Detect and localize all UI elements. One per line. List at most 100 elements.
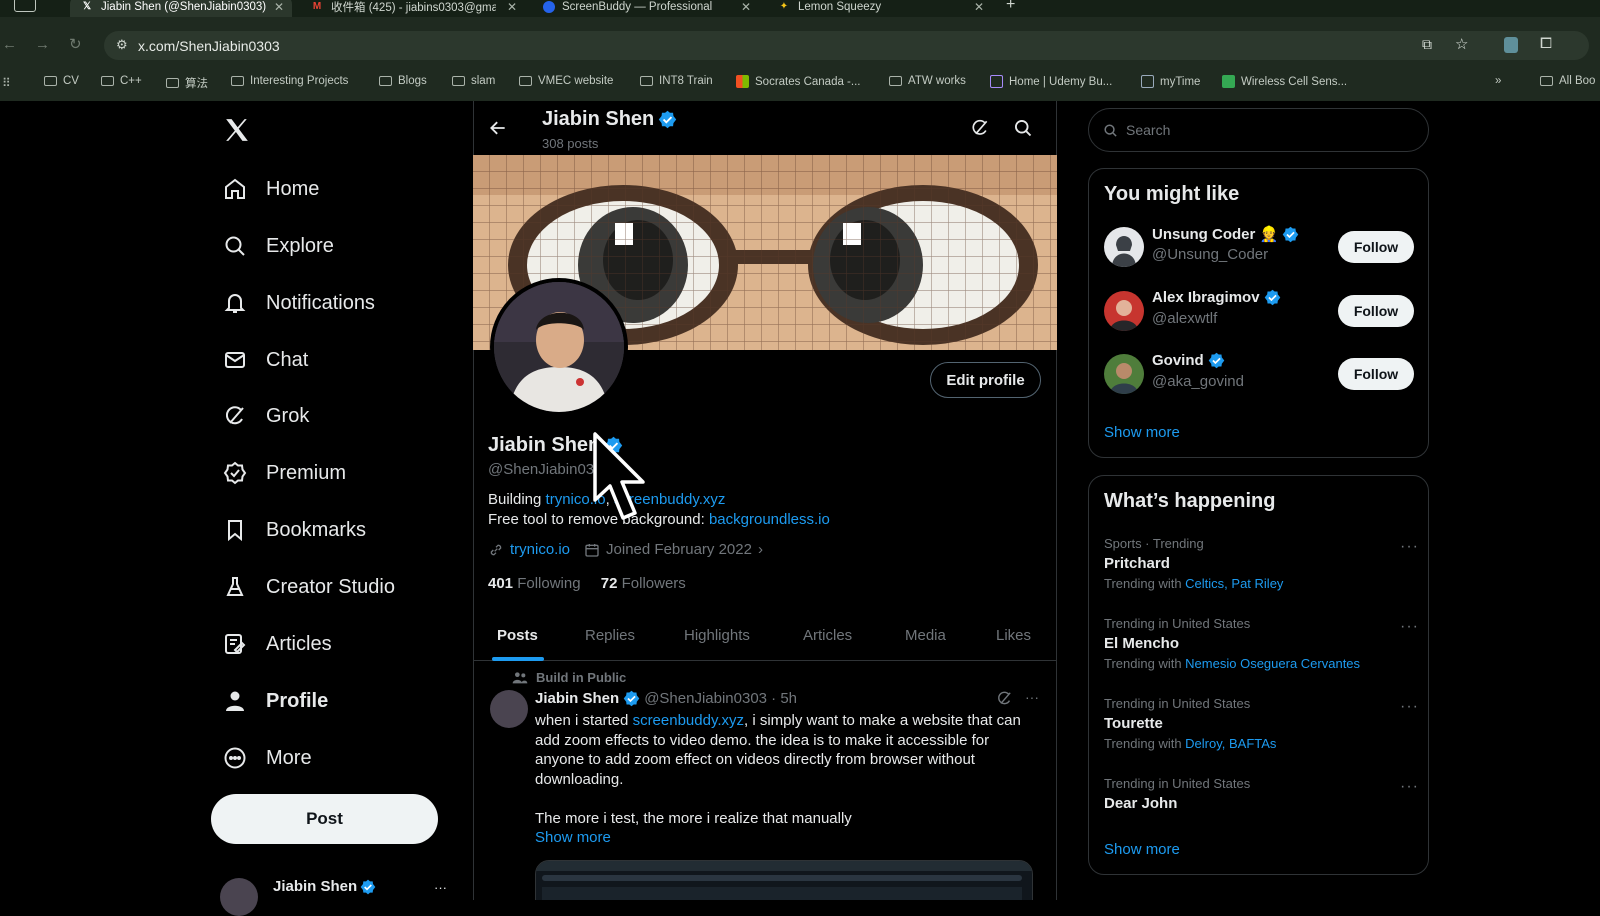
- sidebar-item-chat[interactable]: Chat: [222, 347, 308, 373]
- trend-item[interactable]: Sports · Trending Pritchard Trending wit…: [1104, 536, 1419, 591]
- trend-more-icon[interactable]: ···: [1400, 778, 1419, 796]
- sidebar-item-home[interactable]: Home: [222, 176, 319, 202]
- followers-link[interactable]: 72 Followers: [601, 575, 686, 592]
- close-icon[interactable]: ✕: [741, 0, 751, 14]
- profile-website[interactable]: trynico.io: [510, 541, 570, 558]
- back-icon[interactable]: ←: [2, 36, 17, 53]
- grok-icon[interactable]: [996, 690, 1013, 707]
- back-button[interactable]: [488, 118, 508, 138]
- verified-badge-icon: [658, 110, 677, 129]
- browser-tab-gmail[interactable]: M 收件箱 (425) - jiabins0303@gmail.com ✕: [300, 0, 525, 17]
- reload-icon[interactable]: ↻: [69, 35, 82, 53]
- bookmark-int8[interactable]: INT8 Train: [640, 75, 713, 87]
- sidebar-item-premium[interactable]: Premium: [222, 460, 346, 486]
- browser-tab-x[interactable]: 𝕏 Jiabin Shen (@ShenJiabin0303) ✕: [70, 0, 292, 17]
- avatar[interactable]: [490, 690, 528, 728]
- trend-item[interactable]: Trending in United States El Mencho Tren…: [1104, 616, 1419, 671]
- new-tab-button[interactable]: +: [1006, 0, 1015, 14]
- bookmark-cpp[interactable]: C++: [101, 75, 142, 87]
- browser-tab-lemon[interactable]: ✦ Lemon Squeezy ✕: [767, 0, 992, 17]
- sidebar-item-creator-studio[interactable]: Creator Studio: [222, 574, 395, 600]
- follow-button[interactable]: Follow: [1338, 358, 1414, 390]
- profile-avatar[interactable]: [490, 278, 628, 416]
- trend-item[interactable]: Trending in United States Dear John ···: [1104, 776, 1419, 812]
- address-bar[interactable]: ⚙ x.com/ShenJiabin0303 ⧉ ☆: [104, 31, 1589, 60]
- tab-replies[interactable]: Replies: [585, 627, 635, 644]
- header-name-row: Jiabin Shen: [542, 108, 677, 131]
- grok-icon[interactable]: [970, 118, 990, 138]
- follow-button[interactable]: Follow: [1338, 231, 1414, 263]
- trend-more-icon[interactable]: ···: [1400, 618, 1419, 636]
- sidebar-item-explore[interactable]: Explore: [222, 233, 334, 259]
- post-show-more[interactable]: Show more: [535, 829, 611, 846]
- bookmark-cv[interactable]: CV: [44, 75, 79, 87]
- extension-icon[interactable]: [1504, 37, 1518, 53]
- star-icon[interactable]: ☆: [1455, 35, 1468, 53]
- show-more-link[interactable]: Show more: [1104, 424, 1180, 441]
- post-link-screenbuddy[interactable]: screenbuddy.xyz: [633, 712, 744, 729]
- bookmark-atw[interactable]: ATW works: [889, 75, 966, 87]
- x-logo-icon[interactable]: [224, 117, 250, 143]
- bookmark-socrates[interactable]: Socrates Canada -...: [736, 75, 860, 88]
- tab-search-icon[interactable]: [14, 0, 36, 12]
- apps-icon[interactable]: ⠿: [2, 76, 11, 90]
- trend-more-icon[interactable]: ···: [1400, 698, 1419, 716]
- bookmark-interesting-projects[interactable]: Interesting Projects: [231, 75, 348, 87]
- forward-icon[interactable]: →: [35, 36, 50, 53]
- sidebar-item-grok[interactable]: Grok: [222, 403, 309, 429]
- post-media[interactable]: [535, 860, 1033, 900]
- sidebar-item-more[interactable]: More: [222, 745, 312, 771]
- suggestion-handle: @Unsung_Coder: [1152, 246, 1269, 263]
- close-icon[interactable]: ✕: [274, 0, 284, 14]
- puzzle-icon[interactable]: ⧠: [1540, 35, 1552, 52]
- chevron-right-icon[interactable]: ›: [758, 541, 763, 558]
- tab-articles[interactable]: Articles: [803, 627, 852, 644]
- sidebar-item-profile[interactable]: Profile: [222, 688, 328, 714]
- all-bookmarks[interactable]: All Boo: [1540, 75, 1595, 87]
- post-item[interactable]: Build in Public Jiabin Shen @ShenJiabin0…: [474, 662, 1056, 900]
- bookmark-udemy[interactable]: Home | Udemy Bu...: [990, 75, 1112, 88]
- post-header: Jiabin Shen @ShenJiabin0303 · 5h: [535, 690, 797, 707]
- post-author[interactable]: Jiabin Shen: [535, 690, 619, 707]
- sidebar-item-articles[interactable]: Articles: [222, 631, 332, 657]
- search-input[interactable]: Search: [1088, 108, 1429, 152]
- bookmark-wireless[interactable]: Wireless Cell Sens...: [1222, 75, 1347, 88]
- bookmarks-overflow[interactable]: »: [1495, 75, 1501, 87]
- follow-button[interactable]: Follow: [1338, 295, 1414, 327]
- show-more-link[interactable]: Show more: [1104, 841, 1180, 858]
- post-button[interactable]: Post: [211, 794, 438, 844]
- trend-item[interactable]: Trending in United States Tourette Trend…: [1104, 696, 1419, 751]
- bio-link-screenbuddy[interactable]: screenbuddy.xyz: [614, 491, 725, 508]
- suggestion-item[interactable]: Govind @aka_govind Follow: [1104, 350, 1414, 398]
- sidebar-item-bookmarks[interactable]: Bookmarks: [222, 517, 366, 543]
- url-text[interactable]: x.com/ShenJiabin0303: [138, 38, 280, 54]
- tab-media[interactable]: Media: [905, 627, 946, 644]
- trend-more-icon[interactable]: ···: [1400, 538, 1419, 556]
- suggestion-item[interactable]: Unsung Coder 👷 @Unsung_Coder Follow: [1104, 223, 1414, 271]
- bookmark-blogs[interactable]: Blogs: [379, 75, 427, 87]
- bookmark-mytime[interactable]: myTime: [1141, 75, 1200, 88]
- bio-link-trynico[interactable]: trynico.io: [546, 491, 606, 508]
- close-icon[interactable]: ✕: [507, 0, 517, 14]
- tab-posts[interactable]: Posts: [497, 627, 538, 644]
- bookmark-vmec[interactable]: VMEC website: [519, 75, 613, 87]
- bookmark-slam[interactable]: slam: [452, 75, 495, 87]
- suggestion-name-row: Alex Ibragimov: [1152, 289, 1281, 306]
- sidebar-item-notifications[interactable]: Notifications: [222, 290, 375, 316]
- browser-tab-screenbuddy[interactable]: ScreenBuddy — Professional ✕: [533, 0, 759, 17]
- search-icon[interactable]: [1013, 118, 1033, 138]
- tab-likes[interactable]: Likes: [996, 627, 1031, 644]
- bookmark-algo[interactable]: 算法: [166, 75, 208, 91]
- post-more-icon[interactable]: ···: [1025, 689, 1039, 705]
- install-app-icon[interactable]: ⧉: [1422, 36, 1432, 53]
- site-settings-icon[interactable]: ⚙: [116, 37, 128, 53]
- close-icon[interactable]: ✕: [974, 0, 984, 14]
- suggestion-item[interactable]: Alex Ibragimov @alexwtlf Follow: [1104, 287, 1414, 335]
- account-more-icon[interactable]: ···: [434, 880, 447, 895]
- following-link[interactable]: 401 Following: [488, 575, 581, 592]
- edit-profile-button[interactable]: Edit profile: [930, 362, 1041, 398]
- account-switcher[interactable]: Jiabin Shen ···: [220, 872, 456, 916]
- avatar: [1104, 227, 1144, 267]
- bio-link-backgroundless[interactable]: backgroundless.io: [709, 511, 830, 528]
- tab-highlights[interactable]: Highlights: [684, 627, 750, 644]
